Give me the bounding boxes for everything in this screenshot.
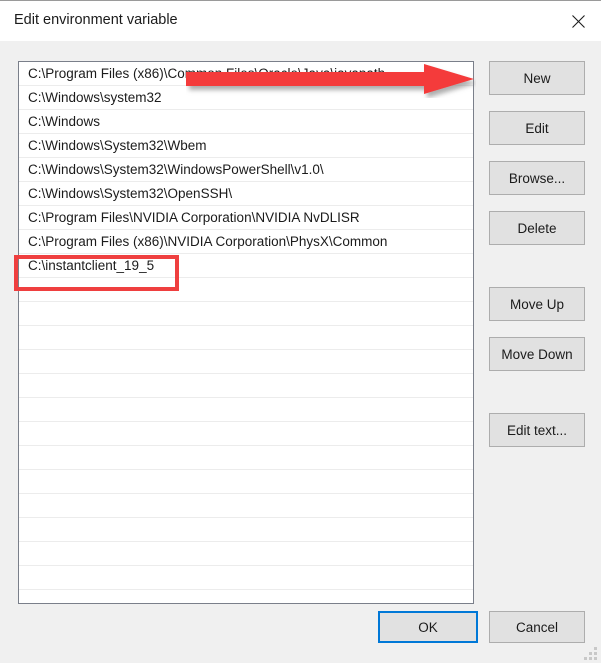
list-item-empty[interactable] (19, 470, 473, 494)
list-item[interactable]: C:\Windows (19, 110, 473, 134)
path-entries-list[interactable]: C:\Program Files (x86)\Common Files\Orac… (18, 61, 474, 604)
list-item-empty[interactable] (19, 350, 473, 374)
list-item-empty[interactable] (19, 374, 473, 398)
move-down-button-label: Move Down (501, 347, 572, 362)
browse-button-label: Browse... (509, 171, 565, 186)
list-item[interactable]: C:\Windows\System32\OpenSSH\ (19, 182, 473, 206)
delete-button-label: Delete (517, 221, 556, 236)
browse-button[interactable]: Browse... (489, 161, 585, 195)
list-item[interactable]: C:\Program Files (x86)\Common Files\Orac… (19, 62, 473, 86)
list-item-empty[interactable] (19, 302, 473, 326)
list-item-empty[interactable] (19, 494, 473, 518)
title-bar: Edit environment variable (0, 0, 601, 41)
window-title: Edit environment variable (14, 12, 178, 28)
side-button-column: New Edit Browse... Delete Move Up Move D… (489, 61, 585, 447)
move-up-button[interactable]: Move Up (489, 287, 585, 321)
edit-text-button-label: Edit text... (507, 423, 567, 438)
new-button-label: New (523, 71, 550, 86)
resize-grip[interactable] (585, 647, 598, 660)
list-item-empty[interactable] (19, 566, 473, 590)
cancel-button[interactable]: Cancel (489, 611, 585, 643)
list-item[interactable]: C:\instantclient_19_5 (19, 254, 473, 278)
dialog-body: C:\Program Files (x86)\Common Files\Orac… (0, 41, 601, 663)
edit-button[interactable]: Edit (489, 111, 585, 145)
list-item-empty[interactable] (19, 278, 473, 302)
close-button[interactable] (555, 1, 601, 41)
move-up-button-label: Move Up (510, 297, 564, 312)
list-item[interactable]: C:\Windows\System32\Wbem (19, 134, 473, 158)
list-item-empty[interactable] (19, 542, 473, 566)
list-item-empty[interactable] (19, 398, 473, 422)
new-button[interactable]: New (489, 61, 585, 95)
list-item-empty[interactable] (19, 326, 473, 350)
list-item-empty[interactable] (19, 446, 473, 470)
dialog-footer: OK Cancel (0, 611, 601, 663)
ok-button-label: OK (418, 620, 438, 635)
cancel-button-label: Cancel (516, 620, 558, 635)
ok-button[interactable]: OK (378, 611, 478, 643)
list-item[interactable]: C:\Program Files\NVIDIA Corporation\NVID… (19, 206, 473, 230)
list-item[interactable]: C:\Windows\system32 (19, 86, 473, 110)
list-item-empty[interactable] (19, 422, 473, 446)
delete-button[interactable]: Delete (489, 211, 585, 245)
edit-button-label: Edit (525, 121, 548, 136)
move-down-button[interactable]: Move Down (489, 337, 585, 371)
list-item-empty[interactable] (19, 518, 473, 542)
edit-text-button[interactable]: Edit text... (489, 413, 585, 447)
list-item[interactable]: C:\Program Files (x86)\NVIDIA Corporatio… (19, 230, 473, 254)
list-item[interactable]: C:\Windows\System32\WindowsPowerShell\v1… (19, 158, 473, 182)
close-icon (572, 15, 585, 28)
